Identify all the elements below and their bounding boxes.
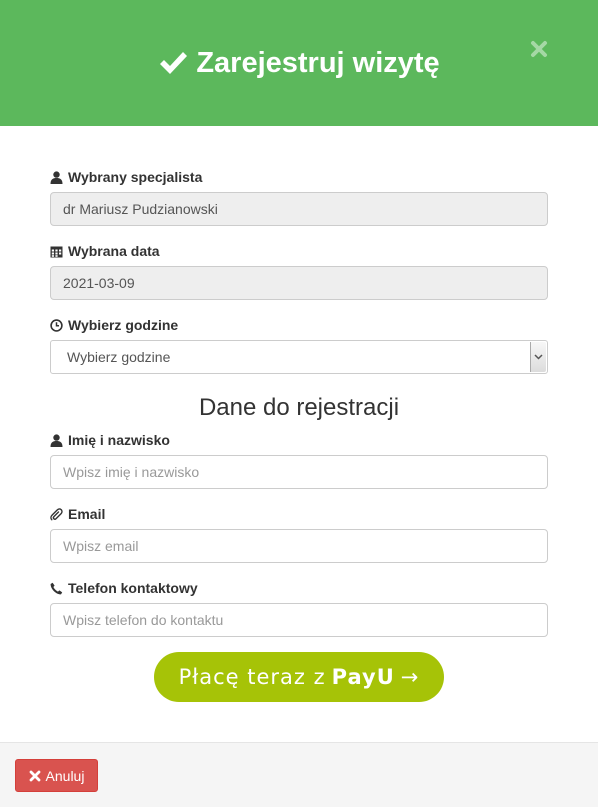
checkmark-icon: [160, 52, 188, 74]
paperclip-icon: [50, 507, 63, 520]
pay-with-payu-button[interactable]: Płacę teraz z PayU →: [154, 652, 444, 702]
email-label-text: Email: [68, 506, 106, 522]
email-label: Email: [50, 505, 548, 523]
time-label-text: Wybierz godzine: [68, 317, 179, 333]
time-label: Wybierz godzine: [50, 316, 548, 334]
name-input[interactable]: [50, 455, 548, 489]
modal-header: Zarejestruj wizytę: [0, 0, 598, 126]
modal-title: Zarejestruj wizytę: [158, 46, 440, 80]
arrow-right-icon: →: [400, 665, 420, 689]
modal-footer: Anuluj: [0, 742, 598, 807]
cancel-button-label: Anuluj: [45, 767, 85, 784]
date-group: Wybrana data 2021-03-09: [50, 242, 548, 300]
phone-group: Telefon kontaktowy: [50, 579, 548, 637]
close-icon: [29, 770, 40, 781]
calendar-icon: [50, 246, 63, 257]
date-label: Wybrana data: [50, 242, 548, 260]
select-arrow[interactable]: [530, 342, 546, 372]
modal-title-text: Zarejestruj wizytę: [196, 46, 440, 79]
phone-label-text: Telefon kontaktowy: [68, 580, 198, 596]
cancel-button[interactable]: Anuluj: [15, 759, 98, 792]
specialist-label-text: Wybrany specjalista: [68, 169, 203, 185]
user-icon: [50, 433, 63, 447]
payu-brand: PayU: [331, 665, 395, 689]
section-title: Dane do rejestracji: [198, 394, 400, 421]
payu-button-prefix: Płacę teraz z: [178, 665, 326, 689]
specialist-field: dr Mariusz Pudzianowski: [50, 192, 548, 226]
specialist-group: Wybrany specjalista dr Mariusz Pudzianow…: [50, 168, 548, 226]
phone-input[interactable]: [50, 603, 548, 637]
specialist-label: Wybrany specjalista: [50, 168, 548, 186]
chevron-down-icon: [534, 354, 543, 360]
phone-icon: [50, 582, 63, 594]
date-label-text: Wybrana data: [68, 243, 160, 259]
time-select[interactable]: Wybierz godzine: [50, 340, 548, 374]
clock-icon: [50, 318, 63, 332]
name-label-text: Imię i nazwisko: [68, 432, 170, 448]
phone-label: Telefon kontaktowy: [50, 579, 548, 597]
email-input[interactable]: [50, 529, 548, 563]
name-group: Imię i nazwisko: [50, 431, 548, 489]
date-field: 2021-03-09: [50, 266, 548, 300]
email-group: Email: [50, 505, 548, 563]
time-group: Wybierz godzine Wybierz godzine: [50, 316, 548, 374]
name-label: Imię i nazwisko: [50, 431, 548, 449]
user-icon: [50, 170, 63, 184]
time-select-value: Wybierz godzine: [67, 349, 171, 365]
close-icon[interactable]: [530, 40, 548, 58]
